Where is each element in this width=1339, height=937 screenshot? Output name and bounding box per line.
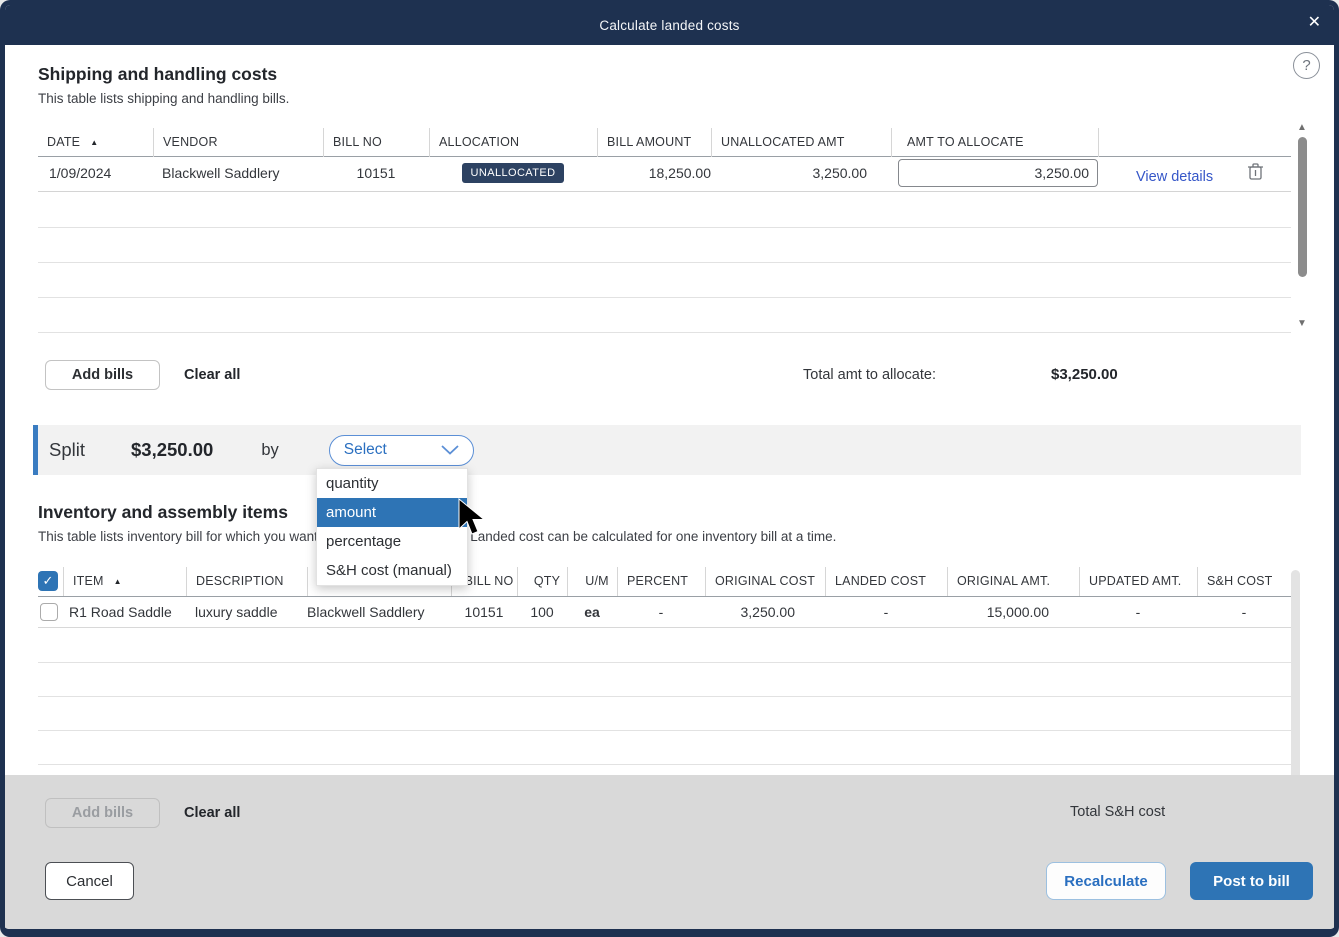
item-original-amt: 15,000.00 <box>947 604 1079 620</box>
item-landed-cost: - <box>825 604 947 620</box>
select-placeholder: Select <box>344 441 387 459</box>
col-percent[interactable]: PERCENT <box>617 567 705 596</box>
help-icon[interactable]: ? <box>1293 52 1320 79</box>
col-sh-cost[interactable]: S&H COST <box>1197 567 1291 596</box>
recalculate-button[interactable]: Recalculate <box>1046 862 1166 900</box>
shipping-section-subtitle: This table lists shipping and handling b… <box>38 91 289 106</box>
col-original-amt[interactable]: ORIGINAL AMT. <box>947 567 1079 596</box>
col-updated-amt[interactable]: UPDATED AMT. <box>1079 567 1197 596</box>
inventory-table-scrollbar[interactable] <box>1289 570 1301 795</box>
item-original-cost: 3,250.00 <box>705 604 825 620</box>
col-allocation[interactable]: ALLOCATION <box>429 128 597 157</box>
col-original-cost[interactable]: ORIGINAL COST <box>705 567 825 596</box>
view-details-link[interactable]: View details <box>1136 169 1213 185</box>
item-um: ea <box>567 604 617 620</box>
sort-asc-icon: ▲ <box>90 138 98 147</box>
split-accent-stripe <box>33 425 38 475</box>
col-amt-to-allocate[interactable]: AMT TO ALLOCATE <box>891 128 1098 157</box>
bill-number: 10151 <box>323 165 429 181</box>
item-qty: 100 <box>517 604 567 620</box>
item-bill-no: 10151 <box>451 604 517 620</box>
mouse-cursor <box>455 497 489 542</box>
empty-row-line <box>38 696 1291 697</box>
bill-amount-value: 18,250.00 <box>597 165 711 181</box>
inventory-table-row: R1 Road Saddle luxury saddle Blackwell S… <box>38 597 1291 628</box>
split-by-label: by <box>261 441 278 460</box>
empty-row-line <box>38 730 1291 731</box>
col-actions <box>1098 128 1291 157</box>
col-item[interactable]: ITEM▲ <box>63 567 186 596</box>
empty-row-line <box>38 297 1291 298</box>
scrollbar-thumb[interactable] <box>1291 570 1300 790</box>
modal-title: Calculate landed costs <box>599 18 739 33</box>
item-updated-amt: - <box>1079 604 1197 620</box>
col-vendor[interactable]: VENDOR <box>153 128 323 157</box>
shipping-table-header: DATE▲ VENDOR BILL NO ALLOCATION BILL AMO… <box>38 128 1291 157</box>
item-vendor: Blackwell Saddlery <box>307 604 451 620</box>
option-amount[interactable]: amount <box>317 498 467 527</box>
col-um[interactable]: U/M <box>567 567 617 596</box>
col-description[interactable]: DESCRIPTION <box>186 567 307 596</box>
shipping-table-row: 1/09/2024 Blackwell Saddlery 10151 UNALL… <box>38 155 1291 192</box>
inventory-section-heading: Inventory and assembly items <box>38 502 288 523</box>
col-bill-no[interactable]: BILL NO <box>323 128 429 157</box>
col-qty[interactable]: QTY <box>517 567 567 596</box>
footer-area <box>0 775 1339 937</box>
calculate-landed-costs-modal: Calculate landed costs ✕ ? Shipping and … <box>0 0 1339 937</box>
split-method-dropdown: quantity amount percentage S&H cost (man… <box>316 468 468 586</box>
split-bar: Split $3,250.00 by Select <box>33 425 1301 475</box>
split-amount: $3,250.00 <box>131 439 213 461</box>
inventory-table-header: ✓ ITEM▲ DESCRIPTION VENDOR BILL NO QTY U… <box>38 566 1291 597</box>
col-landed-cost[interactable]: LANDED COST <box>825 567 947 596</box>
total-sh-cost-label: Total S&H cost <box>1070 804 1165 820</box>
bill-vendor: Blackwell Saddlery <box>153 165 323 181</box>
option-quantity[interactable]: quantity <box>317 469 467 498</box>
item-percent: - <box>617 604 705 620</box>
empty-row-line <box>38 262 1291 263</box>
split-label: Split <box>49 439 85 461</box>
allocation-status-badge: UNALLOCATED <box>462 163 565 183</box>
clear-all-link[interactable]: Clear all <box>184 367 240 383</box>
trash-icon[interactable] <box>1247 162 1264 181</box>
col-date[interactable]: DATE▲ <box>38 128 153 157</box>
option-sh-cost-manual[interactable]: S&H cost (manual) <box>317 556 467 585</box>
total-amt-value: $3,250.00 <box>1051 366 1118 383</box>
modal-titlebar: Calculate landed costs ✕ <box>0 5 1339 45</box>
unallocated-amt-value: 3,250.00 <box>711 165 891 181</box>
post-to-bill-button[interactable]: Post to bill <box>1190 862 1313 900</box>
split-method-select[interactable]: Select <box>329 435 474 466</box>
empty-row-line <box>38 662 1291 663</box>
row-checkbox[interactable] <box>40 603 58 621</box>
item-description: luxury saddle <box>186 604 307 620</box>
empty-row-line <box>38 764 1291 765</box>
inventory-section-subtitle: This table lists inventory bill for whic… <box>38 529 1238 544</box>
close-icon[interactable]: ✕ <box>1308 15 1321 31</box>
scroll-down-icon[interactable]: ▼ <box>1297 319 1307 329</box>
col-bill-amount[interactable]: BILL AMOUNT <box>597 128 711 157</box>
cancel-button[interactable]: Cancel <box>45 862 134 900</box>
total-amt-label: Total amt to allocate: <box>803 367 936 383</box>
sort-asc-icon: ▲ <box>114 577 122 586</box>
item-name: R1 Road Saddle <box>63 604 186 620</box>
shipping-table-scrollbar[interactable]: ▲ ▼ <box>1296 123 1308 338</box>
empty-row-line <box>38 332 1291 333</box>
option-percentage[interactable]: percentage <box>317 527 467 556</box>
col-unallocated-amt[interactable]: UNALLOCATED AMT <box>711 128 891 157</box>
select-all-checkbox[interactable]: ✓ <box>38 571 58 591</box>
shipping-section-heading: Shipping and handling costs <box>38 64 277 85</box>
scrollbar-thumb[interactable] <box>1298 137 1307 277</box>
empty-row-line <box>38 227 1291 228</box>
scroll-up-icon[interactable]: ▲ <box>1297 123 1307 133</box>
add-bills-button-2[interactable]: Add bills <box>45 798 160 828</box>
clear-all-link-2[interactable]: Clear all <box>184 805 240 821</box>
bill-date: 1/09/2024 <box>38 165 153 181</box>
add-bills-button[interactable]: Add bills <box>45 360 160 390</box>
chevron-down-icon <box>441 445 459 455</box>
amt-to-allocate-input[interactable] <box>898 159 1098 187</box>
item-sh-cost: - <box>1197 604 1291 620</box>
